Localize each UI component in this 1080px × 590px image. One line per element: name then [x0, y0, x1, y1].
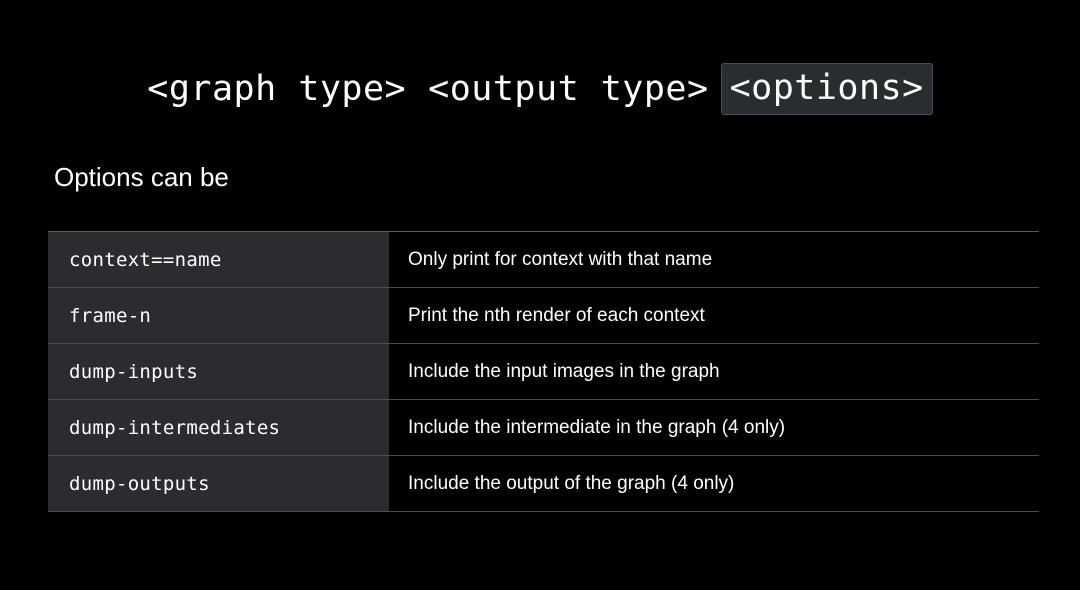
syntax-output-type: <output type>	[428, 69, 709, 109]
syntax-line: <graph type> <output type> <options>	[0, 63, 1080, 115]
option-description: Include the intermediate in the graph (4…	[408, 416, 786, 438]
option-description: Print the nth render of each context	[408, 304, 705, 326]
option-name: dump-inputs	[48, 344, 389, 399]
section-heading: Options can be	[54, 162, 229, 192]
option-description: Include the input images in the graph	[408, 360, 720, 382]
table-row: dump-outputs Include the output of the g…	[48, 456, 1039, 512]
option-description: Include the output of the graph (4 only)	[408, 472, 735, 494]
syntax-graph-type: <graph type>	[147, 69, 407, 109]
option-name: dump-intermediates	[48, 400, 389, 455]
table-row: dump-inputs Include the input images in …	[48, 344, 1039, 400]
options-table: context==name Only print for context wit…	[48, 231, 1039, 512]
option-name: context==name	[48, 232, 389, 287]
syntax-options-highlighted: <options>	[720, 63, 933, 115]
option-name: frame-n	[48, 288, 389, 343]
option-name: dump-outputs	[48, 456, 389, 511]
table-row: dump-intermediates Include the intermedi…	[48, 400, 1039, 456]
table-row: frame-n Print the nth render of each con…	[48, 288, 1039, 344]
table-row: context==name Only print for context wit…	[48, 232, 1039, 288]
option-description: Only print for context with that name	[408, 248, 713, 270]
